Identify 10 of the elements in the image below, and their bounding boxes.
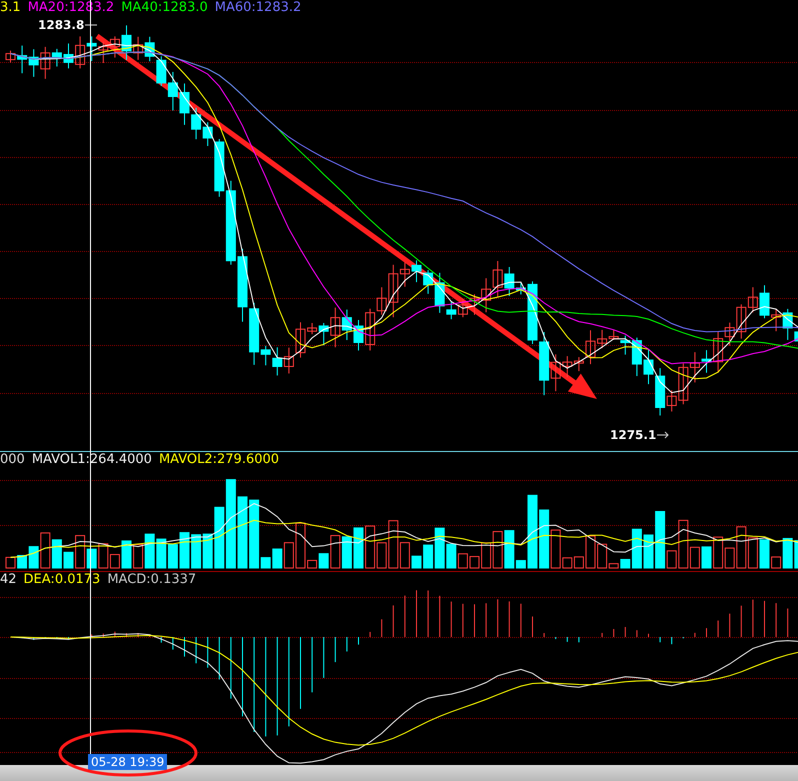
legend-value: 3.1	[0, 0, 21, 16]
legend-value: MACD:0.1337	[107, 572, 196, 588]
legend-value: MA40:1283.0	[121, 0, 208, 16]
high-price-label: 1283.8	[38, 18, 84, 32]
time-label: 05-28 19:39	[88, 754, 168, 770]
legend-value: 42	[0, 572, 17, 588]
legend-value: MAVOL2:279.6000	[158, 452, 280, 468]
low-price-label: 1275.1	[610, 428, 656, 442]
legend-value: 000	[0, 452, 25, 468]
legend-value: MA60:1283.2	[214, 0, 302, 16]
